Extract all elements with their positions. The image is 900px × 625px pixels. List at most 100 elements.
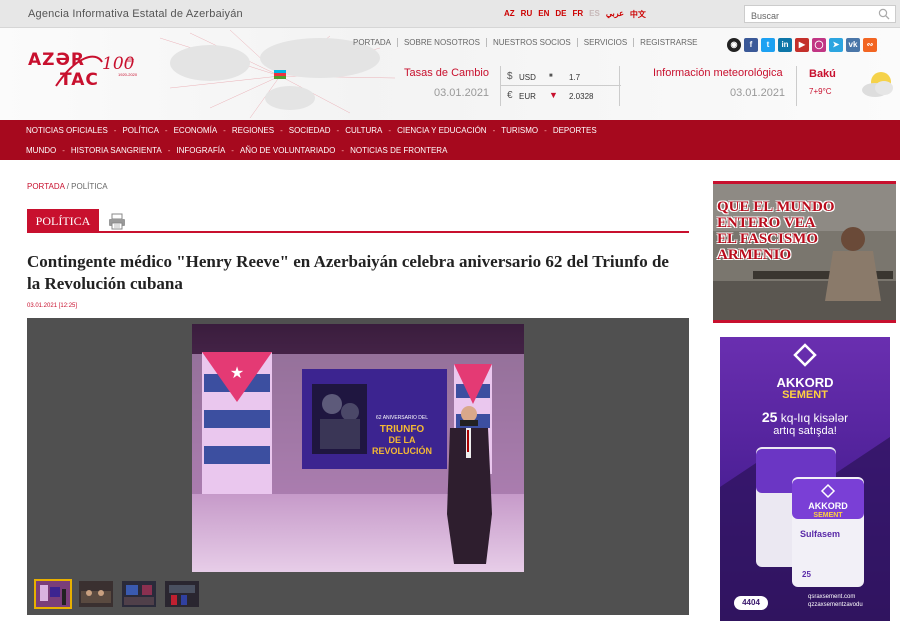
section-divider [27, 231, 689, 233]
language-option[interactable]: عربي [606, 9, 624, 20]
ad-phone: 4404 [734, 596, 768, 610]
rate-row-usd: $ USD ■ 1.7 [501, 67, 621, 86]
logo-anniversary: 100 [102, 54, 135, 74]
weather-title[interactable]: Información meteorológica [653, 67, 783, 79]
gallery-main-photo[interactable]: ★ 62 ANIVERSARIO DEL TRIUNFO DE LA REVOL… [192, 324, 524, 572]
gallery-thumbnail[interactable] [120, 579, 158, 609]
trend-flat-icon: ■ [549, 73, 553, 79]
main-nav: NOTICIAS OFICIALES - POLÍTICA - ECONOMÍA - REG… [0, 120, 900, 160]
ad-web: qsraxsement.com qzzaxsementzavodu [808, 593, 863, 609]
main-nav-link[interactable]: HISTORIA SANGRIENTA [71, 146, 162, 155]
bag-product: Sulfasem [800, 529, 840, 539]
trend-down-icon: ▼ [549, 90, 558, 100]
photo-screen-big-text-2: DE LA [389, 435, 417, 445]
language-option[interactable]: 中文 [630, 9, 646, 20]
photo-screen-big-text-1: TRIUNFO [380, 424, 425, 435]
twitter-icon[interactable]: t [761, 38, 775, 52]
language-option[interactable]: DE [555, 9, 566, 20]
header-nav-link[interactable]: SOBRE NOSOTROS [396, 38, 486, 47]
main-nav-link[interactable]: DEPORTES [553, 126, 597, 135]
youtube-icon[interactable]: ▶ [795, 38, 809, 52]
article-title: Contingente médico "Henry Reeve" en Azer… [27, 252, 669, 293]
main-nav-link[interactable]: NOTICIAS OFICIALES [26, 126, 108, 135]
nav-separator: - [341, 146, 345, 155]
vk-icon[interactable]: vk [846, 38, 860, 52]
search-icon[interactable] [878, 8, 890, 20]
weather-widget: Bakú 7+9°C [796, 66, 896, 106]
language-option[interactable]: AZ [504, 9, 515, 20]
rss-icon[interactable]: ∾ [863, 38, 877, 52]
nav-separator: - [492, 126, 496, 135]
logo-anniversary-word: illik [127, 58, 134, 64]
currency-code: EUR [519, 92, 536, 101]
gallery-thumbnail[interactable] [34, 579, 72, 609]
exchange-title[interactable]: Tasas de Cambio [404, 67, 489, 79]
currency-symbol: € [507, 90, 513, 101]
top-bar: Agencia Informativa Estatal de Azerbaiyá… [0, 0, 900, 28]
main-nav-link[interactable]: CIENCIA Y EDUCACIÓN [397, 126, 487, 135]
nav-separator: - [544, 126, 547, 135]
main-nav-row-2: MUNDO - HISTORIA SANGRIENTA - INFOGRAFÍA - AÑO… [26, 146, 447, 155]
header-nav-link[interactable]: SERVICIOS [576, 38, 633, 47]
main-nav-link[interactable]: MUNDO [26, 146, 56, 155]
ad-slogan-line: QUE EL MUNDO [717, 199, 835, 215]
facebook-icon[interactable]: f [744, 38, 758, 52]
gallery-thumbnail[interactable] [163, 579, 201, 609]
svg-text:★: ★ [230, 365, 244, 382]
azertac-logo[interactable]: AZƏR TAC 100 illik 1920-2020 [26, 46, 156, 96]
print-icon[interactable] [108, 212, 126, 230]
ad-brand-sub: SEMENT [782, 389, 828, 401]
ad-slogan-line: ARMENIO [717, 247, 792, 263]
main-nav-link[interactable]: SOCIEDAD [289, 126, 331, 135]
main-nav-link[interactable]: POLÍTICA [122, 126, 158, 135]
logo-text-tac: TAC [60, 70, 99, 90]
section-tab[interactable]: POLÍTICA [27, 209, 99, 233]
ad-promo-line-1: 25 kq-lıq kisələr [720, 409, 890, 425]
ad-banner-akkord-sement[interactable]: AKKORD SEMENT Sulfasem 25 AKKORD SEMENT … [720, 337, 890, 621]
breadcrumb-home[interactable]: PORTADA [27, 182, 65, 191]
main-nav-link[interactable]: AÑO DE VOLUNTARIADO [240, 146, 335, 155]
weather-city[interactable]: Bakú [809, 68, 836, 80]
nav-separator: - [280, 126, 283, 135]
language-option[interactable]: FR [572, 9, 583, 20]
ad-social-handle: qzzaxsementzavodu [808, 602, 863, 608]
weather-temp: 7+9°C [809, 87, 832, 96]
main-nav-link[interactable]: CULTURA [345, 126, 382, 135]
nav-separator: - [113, 126, 117, 135]
main-nav-link[interactable]: TURISMO [501, 126, 538, 135]
nav-separator: - [231, 146, 234, 155]
photo-gallery: ★ 62 ANIVERSARIO DEL TRIUNFO DE LA REVOL… [27, 318, 689, 615]
azerbaijan-flag-icon [274, 70, 286, 79]
language-option[interactable]: ES [589, 9, 600, 20]
ad-brand: AKKORD [776, 375, 834, 390]
ad-slogan: QUE EL MUNDO ENTERO VEA EL FASCISMO ARME… [717, 199, 847, 263]
main-nav-link[interactable]: INFOGRAFÍA [176, 146, 225, 155]
instagram-icon[interactable]: ◯ [812, 38, 826, 52]
language-option[interactable]: RU [521, 9, 533, 20]
ad-slogan-line: ENTERO VEA [717, 215, 816, 231]
nav-separator: - [388, 126, 392, 135]
social-links: ◉ f t in ▶ ◯ ➤ vk ∾ [727, 38, 877, 52]
main-nav-link[interactable]: ECONOMÍA [174, 126, 218, 135]
currency-value: 1.7 [569, 73, 581, 82]
rate-row-eur: € EUR ▼ 2.0328 [501, 86, 621, 105]
logo-text-azer: AZƏR [28, 50, 86, 70]
header-nav-link[interactable]: NUESTROS SOCIOS [485, 38, 577, 47]
linkedin-icon[interactable]: in [778, 38, 792, 52]
site-header: AZƏR TAC 100 illik 1920-2020 PORTADA SOBR… [0, 28, 900, 120]
search-box[interactable] [744, 5, 896, 24]
ad-slogan-line: EL FASCISMO [717, 231, 818, 247]
breadcrumb-current[interactable]: POLÍTICA [71, 182, 107, 191]
gallery-thumbnail[interactable] [77, 579, 115, 609]
main-nav-link[interactable]: NOTICIAS DE FRONTERA [350, 146, 447, 155]
header-nav-link[interactable]: PORTADA [353, 38, 397, 47]
ad-banner-armenian-fascism[interactable]: QUE EL MUNDO ENTERO VEA EL FASCISMO ARME… [713, 181, 896, 323]
header-nav-link[interactable]: REGISTRARSE [633, 38, 703, 47]
ad-promo-text: kq-lıq kisələr [780, 411, 849, 425]
nav-separator: - [62, 146, 65, 155]
telegram-icon[interactable]: ➤ [829, 38, 843, 52]
search-input[interactable] [745, 8, 865, 24]
language-option[interactable]: EN [538, 9, 549, 20]
main-nav-link[interactable]: REGIONES [232, 126, 274, 135]
eye-icon[interactable]: ◉ [727, 38, 741, 52]
